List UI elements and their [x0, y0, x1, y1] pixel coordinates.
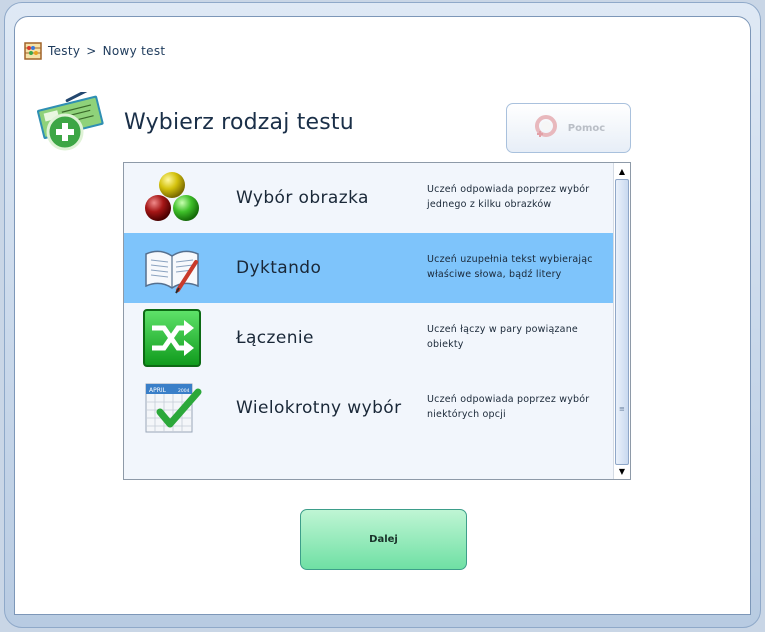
calendar-month-label: APRIL	[149, 387, 167, 394]
list-item-description: Uczeń odpowiada poprzez wybór niektórych…	[427, 394, 590, 420]
breadcrumb-current: Nowy test	[102, 44, 166, 58]
list-item-picture-choice[interactable]: Wybór obrazka Uczeń odpowiada poprzez wy…	[124, 163, 614, 233]
help-button-label: Pomoc	[567, 122, 606, 134]
colored-spheres-icon	[145, 172, 199, 221]
scroll-down-arrow-icon[interactable]: ▼	[615, 464, 629, 478]
scrollbar-grip-icon: ≡	[619, 405, 625, 413]
help-button[interactable]: Pomoc	[506, 103, 631, 153]
list-item-description: Uczeń odpowiada poprzez wybór jednego z …	[427, 184, 590, 210]
abacus-icon	[24, 42, 42, 60]
list-item-title: Dyktando	[236, 258, 322, 278]
new-test-icon	[37, 92, 104, 151]
list-item-multiple-choice[interactable]: APRIL 2004 Wielokrotny wybór Uczeń odpow…	[124, 373, 614, 443]
list-item-title: Wielokrotny wybór	[236, 398, 402, 418]
breadcrumb-separator: >	[86, 44, 97, 58]
breadcrumb: Testy > Nowy test	[24, 42, 165, 60]
page-title: Wybierz rodzaj testu	[124, 110, 354, 135]
breadcrumb-root[interactable]: Testy	[48, 44, 80, 58]
list-scrollbar[interactable]: ▲ ≡ ▼	[613, 163, 630, 479]
next-button[interactable]: Dalej	[300, 509, 467, 570]
open-book-pencil-icon	[145, 250, 199, 294]
lifebuoy-help-icon	[534, 115, 557, 137]
list-item-description: Uczeń uzupełnia tekst wybierając właściw…	[427, 254, 593, 280]
list-item-matching[interactable]: Łączenie Uczeń łączy w pary powiązane ob…	[124, 303, 614, 373]
test-type-list[interactable]: Wybór obrazka Uczeń odpowiada poprzez wy…	[123, 162, 631, 480]
scrollbar-thumb[interactable]: ≡	[615, 179, 629, 465]
list-item-description: Uczeń łączy w pary powiązane obiekty	[427, 324, 578, 350]
calendar-check-icon: APRIL 2004	[145, 383, 202, 433]
list-item-title: Łączenie	[236, 328, 314, 348]
shuffle-arrows-icon	[143, 309, 201, 367]
list-item-dictation[interactable]: Dyktando Uczeń uzupełnia tekst wybierają…	[124, 233, 614, 303]
scroll-up-arrow-icon[interactable]: ▲	[615, 164, 629, 178]
calendar-year-label: 2004	[178, 388, 190, 394]
list-item-title: Wybór obrazka	[236, 188, 369, 208]
